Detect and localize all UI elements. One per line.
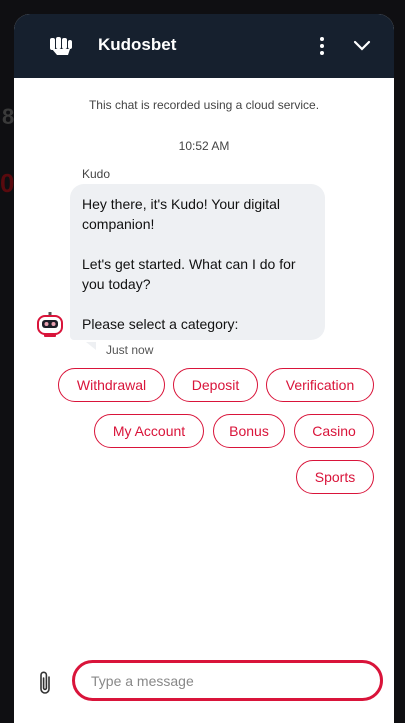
vertical-dots-icon[interactable] xyxy=(310,34,334,58)
sender-name: Kudo xyxy=(82,167,111,181)
category-sports-button[interactable]: Sports xyxy=(296,460,374,494)
recording-notice: This chat is recorded using a cloud serv… xyxy=(88,98,320,112)
robot-avatar-icon xyxy=(37,312,63,337)
background-glyph-red: 0 xyxy=(0,168,15,198)
chevron-down-icon[interactable] xyxy=(350,34,374,58)
bubble-tail-icon xyxy=(86,342,96,350)
category-withdrawal-button[interactable]: Withdrawal xyxy=(58,368,165,402)
paperclip-icon[interactable] xyxy=(36,670,54,696)
message-timestamp: Just now xyxy=(106,343,154,357)
background-glyph: 8 xyxy=(2,104,15,129)
chat-widget: Kudosbet This chat is recorded using a c… xyxy=(14,14,394,723)
conversation-time: 10:52 AM xyxy=(178,139,230,153)
category-bonus-button[interactable]: Bonus xyxy=(213,414,285,448)
chat-header: Kudosbet xyxy=(14,14,394,78)
category-my-account-button[interactable]: My Account xyxy=(94,414,204,448)
category-casino-button[interactable]: Casino xyxy=(294,414,374,448)
kudos-fist-logo-icon xyxy=(50,37,72,55)
message-input[interactable] xyxy=(72,660,383,701)
category-deposit-button[interactable]: Deposit xyxy=(173,368,258,402)
message-composer xyxy=(14,654,394,723)
bot-message-bubble: Hey there, it's Kudo! Your digital compa… xyxy=(70,184,325,340)
category-verification-button[interactable]: Verification xyxy=(266,368,374,402)
brand-name: Kudosbet xyxy=(98,35,177,54)
